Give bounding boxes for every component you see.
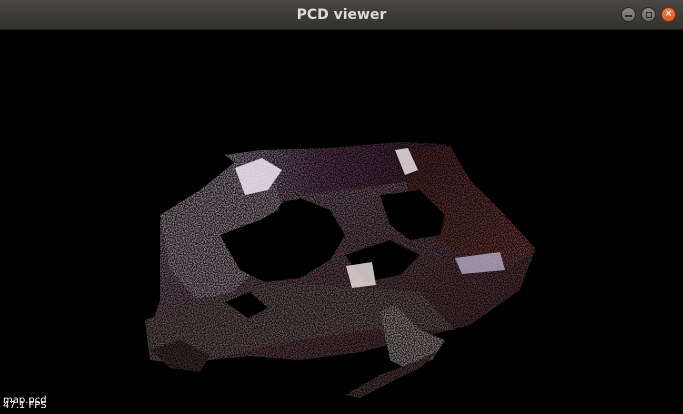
point-cloud-render	[145, 142, 535, 398]
close-icon: ×	[664, 9, 673, 19]
window-title: PCD viewer	[296, 7, 387, 23]
fps-counter: 47.1 FPS	[3, 400, 47, 411]
maximize-icon	[645, 11, 652, 18]
minimize-icon	[625, 15, 632, 17]
title-bar[interactable]: PCD viewer ×	[0, 0, 683, 30]
point-cloud-viewport[interactable]: map.pcd 47.1 FPS	[0, 30, 683, 414]
maximize-button[interactable]	[641, 7, 656, 22]
minimize-button[interactable]	[621, 7, 636, 22]
pcd-viewer-window: PCD viewer × map.pcd 47.1 FPS	[0, 0, 683, 414]
close-button[interactable]: ×	[661, 7, 676, 22]
